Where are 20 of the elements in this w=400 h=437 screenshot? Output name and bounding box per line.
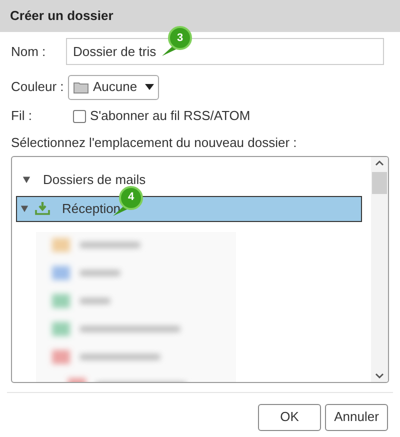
dialog-button[interactable]: OK [258, 404, 321, 430]
scrollbar-thumb[interactable] [372, 172, 387, 194]
tree-item[interactable]: Dossiers de mails [16, 170, 371, 190]
caret-down-icon [145, 84, 154, 90]
caret-down-icon[interactable] [22, 175, 31, 184]
name-label: Nom : [11, 42, 47, 61]
checkbox-label: S'abonner au fil RSS/ATOM [90, 107, 250, 126]
scroll-up-icon[interactable] [375, 160, 384, 166]
color-dropdown[interactable]: Aucune [68, 74, 160, 100]
caret-down-icon[interactable] [20, 204, 29, 213]
download-tray-icon [35, 201, 50, 216]
scrollbar[interactable] [371, 156, 388, 382]
feed-label: Fil : [11, 107, 33, 126]
dialog-button[interactable]: Annuler [325, 404, 388, 430]
window-title: Créer un dossier [10, 7, 114, 26]
color-label: Couleur : [11, 78, 65, 96]
folder-icon [73, 80, 89, 94]
checkbox[interactable] [73, 110, 86, 122]
location-label: Sélectionnez l'emplacement du nouveau dossier : [11, 134, 298, 152]
scroll-down-icon[interactable] [375, 372, 384, 378]
